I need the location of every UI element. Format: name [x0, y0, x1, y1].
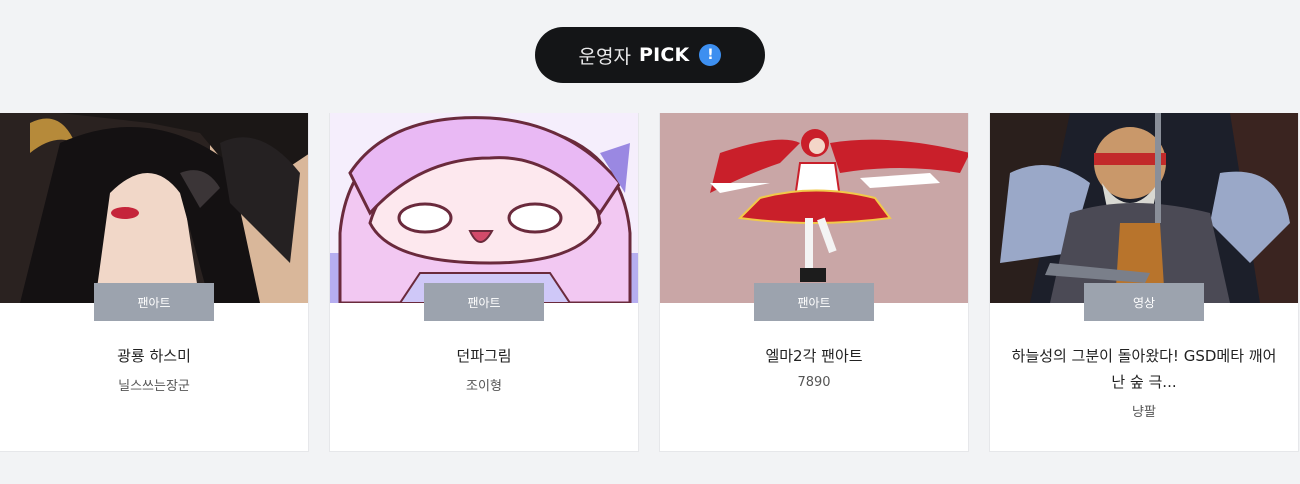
- pick-card-3[interactable]: 팬아트 엘마2각 팬아트 7890: [659, 113, 969, 452]
- category-badge: 팬아트: [94, 283, 214, 321]
- pill-prefix-text: 운영자: [578, 45, 631, 68]
- category-badge: 팬아트: [754, 283, 874, 321]
- pick-card-2[interactable]: 팬아트 던파그림 조이형: [329, 113, 639, 452]
- card-title[interactable]: 엘마2각 팬아트: [680, 343, 948, 369]
- card-thumbnail[interactable]: [990, 113, 1298, 303]
- category-badge: 영상: [1084, 283, 1204, 321]
- card-author[interactable]: 냥팔: [1010, 401, 1278, 420]
- pick-card-1[interactable]: 팬아트 광룡 하스미 닐스쓰는장군: [0, 113, 309, 452]
- card-author[interactable]: 7890: [680, 375, 948, 390]
- card-author[interactable]: 닐스쓰는장군: [20, 375, 288, 394]
- card-title[interactable]: 하늘성의 그분이 돌아왔다! GSD메타 깨어난 숲 극...: [1010, 343, 1278, 395]
- video-thumbnail-image: [990, 113, 1298, 303]
- pick-card-4[interactable]: 영상 하늘성의 그분이 돌아왔다! GSD메타 깨어난 숲 극... 냥팔: [989, 113, 1299, 452]
- fanart-thumbnail-image: [660, 113, 968, 303]
- card-thumbnail[interactable]: [330, 113, 638, 303]
- section-header: 운영자 PICK !: [0, 27, 1300, 83]
- info-icon[interactable]: !: [699, 44, 722, 66]
- card-title[interactable]: 던파그림: [350, 343, 618, 369]
- fanart-thumbnail-image: [330, 113, 638, 303]
- category-badge: 팬아트: [424, 283, 544, 321]
- card-author[interactable]: 조이형: [350, 375, 618, 394]
- card-thumbnail[interactable]: [0, 113, 308, 303]
- fanart-thumbnail-image: [0, 113, 308, 303]
- pill-strong-text: PICK: [638, 44, 690, 66]
- admin-pick-pill: 운영자 PICK !: [535, 27, 765, 83]
- card-title[interactable]: 광룡 하스미: [20, 343, 288, 369]
- card-thumbnail[interactable]: [660, 113, 968, 303]
